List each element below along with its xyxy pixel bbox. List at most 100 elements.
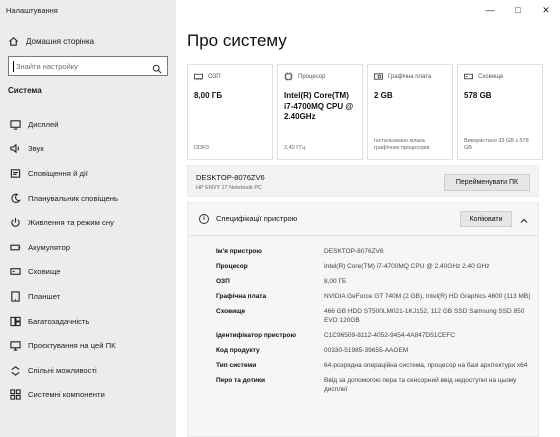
sidebar-item-sound[interactable]: Звук bbox=[0, 137, 176, 162]
gpu-icon bbox=[374, 72, 384, 81]
notification-icon bbox=[8, 166, 22, 180]
spec-value: 64-розрядна операційна система, процесор… bbox=[324, 362, 528, 369]
sidebar-item-storage[interactable]: Сховище bbox=[0, 260, 176, 285]
spec-row-device-id: Ідентифікатор пристрою C1C96509-8112-405… bbox=[216, 331, 532, 340]
spec-row-pen-touch: Перо та дотики Ввід за допомогою пера та… bbox=[216, 376, 532, 394]
sidebar-item-display[interactable]: Дисплей bbox=[0, 112, 176, 137]
page-title: Про систему bbox=[187, 31, 287, 50]
speaker-icon bbox=[8, 142, 22, 156]
multitask-icon bbox=[8, 314, 22, 328]
card-sub: Використано 33 GB з 578 GB bbox=[464, 138, 529, 151]
sidebar-item-label: Планшет bbox=[28, 291, 61, 301]
project-icon bbox=[8, 339, 22, 353]
card-graphics: Графічна плата 2 GB Інстальовано кілька … bbox=[367, 64, 453, 160]
card-ram: ОЗП 8,00 ГБ DDR3 bbox=[187, 64, 273, 160]
sidebar: Налаштування Домашня сторінка Система Ди… bbox=[0, 0, 176, 437]
rename-pc-button[interactable]: Перейменувати ПК bbox=[444, 174, 530, 191]
sidebar-item-label: Проєктування на цей ПК bbox=[28, 341, 116, 351]
window-controls: — □ ✕ bbox=[476, 0, 560, 20]
spec-value: Intel(R) Core(TM) i7-4700MQ CPU @ 2.40GH… bbox=[324, 263, 490, 270]
spec-key: ОЗП bbox=[216, 278, 230, 285]
maximize-button[interactable]: □ bbox=[504, 0, 532, 20]
chevron-up-icon[interactable] bbox=[519, 213, 529, 223]
spec-key: Процесор bbox=[216, 263, 248, 270]
sidebar-item-label: Сповіщення й дії bbox=[28, 168, 88, 178]
spec-value: 8,00 ГБ bbox=[324, 278, 347, 285]
spec-row-system-type: Тип системи 64-розрядна операційна систе… bbox=[216, 361, 532, 370]
device-name: DESKTOP-8076ZV6 bbox=[196, 173, 265, 182]
device-name-row: DESKTOP-8076ZV6 HP ENVY 17 Notebook PC П… bbox=[187, 165, 539, 197]
card-label: ОЗП bbox=[208, 73, 221, 80]
power-icon bbox=[8, 216, 22, 230]
summary-cards: ОЗП 8,00 ГБ DDR3 Процесор Intel(R) Core(… bbox=[187, 64, 543, 160]
card-value: 2 GB bbox=[374, 91, 393, 100]
share-icon bbox=[8, 363, 22, 377]
text-cursor bbox=[13, 60, 14, 72]
card-sub: Інстальовано кілька графічних процесорів bbox=[374, 138, 430, 151]
home-icon bbox=[6, 34, 20, 48]
spec-value: C1C96509-8112-4052-9454-4A847D51CEFC bbox=[324, 332, 456, 339]
sidebar-item-label: Багатозадачність bbox=[28, 316, 90, 326]
sidebar-item-label: Живлення та режим сну bbox=[28, 218, 114, 228]
monitor-icon bbox=[8, 117, 22, 131]
battery-icon bbox=[8, 240, 22, 254]
spec-row-product-id: Код продукту 00330-51985-39655-AAOEM bbox=[216, 346, 532, 355]
sidebar-item-shared-experiences[interactable]: Спільні можливості bbox=[0, 358, 176, 383]
sidebar-item-label: Акумулятор bbox=[28, 242, 71, 252]
divider bbox=[188, 235, 538, 236]
spec-key: Код продукту bbox=[216, 347, 260, 354]
card-label: Графічна плата bbox=[388, 73, 432, 80]
spec-key: Тип системи bbox=[216, 362, 257, 369]
sidebar-item-system-components[interactable]: Системні компоненти bbox=[0, 383, 176, 408]
spec-row-storage: Сховище 466 GB HDD ST500LM021-1KJ152, 11… bbox=[216, 307, 532, 325]
specs-header[interactable]: i Специфікації пристрою Копіювати bbox=[188, 203, 538, 235]
spec-value: 466 GB HDD ST500LM021-1KJ152, 112 GB SSD… bbox=[324, 308, 525, 324]
spec-key: Ім'я пристрою bbox=[216, 248, 262, 255]
sidebar-item-power[interactable]: Живлення та режим сну bbox=[0, 210, 176, 235]
sidebar-item-projecting[interactable]: Проєктування на цей ПК bbox=[0, 333, 176, 358]
card-sub: DDR3 bbox=[194, 145, 209, 151]
search-input[interactable] bbox=[16, 61, 146, 71]
card-value: 578 GB bbox=[464, 91, 492, 100]
spec-key: Ідентифікатор пристрою bbox=[216, 332, 297, 339]
window-title: Налаштування bbox=[6, 6, 58, 15]
spec-key: Графічна плата bbox=[216, 293, 267, 300]
sidebar-item-label: Дисплей bbox=[28, 119, 59, 129]
spec-key: Перо та дотики bbox=[216, 377, 266, 384]
spec-list: Ім'я пристрою DESKTOP-8076ZV6 Процесор I… bbox=[216, 247, 532, 394]
tablet-icon bbox=[8, 289, 22, 303]
sidebar-item-focus-assist[interactable]: Планувальник сповіщень bbox=[0, 186, 176, 211]
spec-row-device-name: Ім'я пристрою DESKTOP-8076ZV6 bbox=[216, 247, 532, 256]
sidebar-item-multitasking[interactable]: Багатозадачність bbox=[0, 309, 176, 334]
sidebar-item-label: Сховище bbox=[28, 267, 61, 277]
info-icon: i bbox=[199, 214, 209, 224]
sidebar-item-label: Звук bbox=[28, 144, 44, 154]
spec-value: DESKTOP-8076ZV6 bbox=[324, 248, 384, 255]
spec-value: 00330-51985-39655-AAOEM bbox=[324, 347, 409, 354]
card-value: 8,00 ГБ bbox=[194, 91, 223, 100]
section-title: Система bbox=[8, 86, 42, 95]
system-nav: Дисплей Звук Сповіщення й дії Планувальн… bbox=[0, 112, 176, 407]
spec-row-ram: ОЗП 8,00 ГБ bbox=[216, 277, 532, 286]
card-value: Intel(R) Core(TM) i7-4700MQ CPU @ 2.40GH… bbox=[284, 91, 354, 121]
settings-search[interactable] bbox=[8, 56, 168, 76]
search-icon[interactable] bbox=[152, 61, 162, 79]
home-link[interactable]: Домашня сторінка bbox=[6, 33, 94, 49]
home-label: Домашня сторінка bbox=[26, 36, 95, 46]
main-content: — □ ✕ Про систему ОЗП 8,00 ГБ DDR3 Проце… bbox=[176, 0, 560, 437]
ram-icon bbox=[194, 72, 204, 81]
disk-icon bbox=[464, 72, 474, 81]
sidebar-item-tablet[interactable]: Планшет bbox=[0, 284, 176, 309]
specs-title: Специфікації пристрою bbox=[216, 214, 298, 223]
close-button[interactable]: ✕ bbox=[532, 0, 560, 20]
sidebar-item-label: Спільні можливості bbox=[28, 365, 97, 375]
sidebar-item-notifications[interactable]: Сповіщення й дії bbox=[0, 161, 176, 186]
minimize-button[interactable]: — bbox=[476, 0, 504, 20]
spec-row-graphics: Графічна плата NVIDIA GeForce GT 740M (2… bbox=[216, 292, 532, 301]
spec-row-processor: Процесор Intel(R) Core(TM) i7-4700MQ CPU… bbox=[216, 262, 532, 271]
card-processor: Процесор Intel(R) Core(TM) i7-4700MQ CPU… bbox=[277, 64, 363, 160]
spec-value: Ввід за допомогою пера та сенсорний ввід… bbox=[324, 377, 517, 393]
cpu-icon bbox=[284, 72, 294, 81]
sidebar-item-battery[interactable]: Акумулятор bbox=[0, 235, 176, 260]
copy-button[interactable]: Копіювати bbox=[460, 211, 512, 227]
